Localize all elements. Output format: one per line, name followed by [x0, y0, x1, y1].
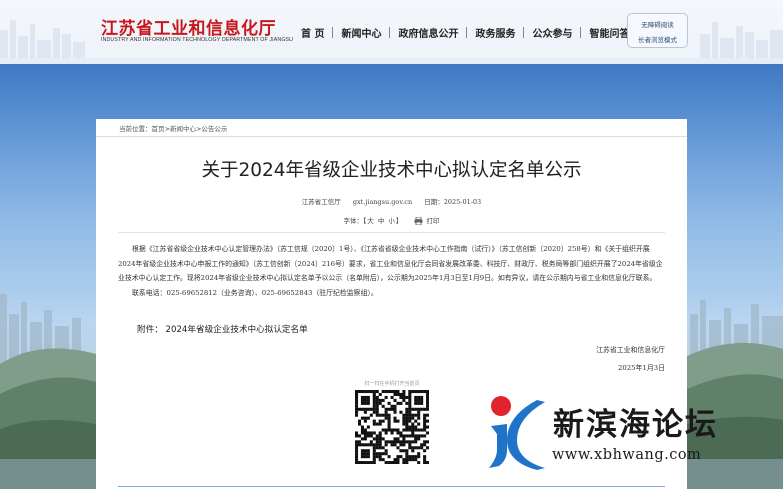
article-date: 日期：2025-01-03 — [424, 198, 481, 206]
print-button[interactable]: 打印 — [426, 217, 439, 225]
date-label: 日期： — [424, 198, 444, 206]
signature-org: 江苏省工业和信息化厅 — [596, 346, 665, 354]
breadcrumb-prefix: 当前位置： — [119, 125, 152, 133]
content-divider — [118, 232, 665, 233]
nav-news-center[interactable]: 新闻中心 — [333, 25, 389, 40]
contact-paragraph: 联系电话：025-69652812（业务咨询）、025-69652843（驻厅纪… — [132, 288, 378, 297]
nav-participation[interactable]: 公众参与 — [524, 25, 580, 40]
breadcrumb-announcements[interactable]: 公告公示 — [201, 125, 227, 133]
font-size-small[interactable]: 小 — [388, 217, 395, 225]
attachment-link[interactable]: 附件： 2024年省级企业技术中心拟认定名单 — [137, 323, 308, 335]
watermark-logo — [489, 396, 545, 470]
breadcrumb-divider — [96, 136, 687, 137]
article-title: 关于2024年省级企业技术中心拟认定名单公示 — [201, 160, 582, 181]
nav-gov-info[interactable]: 政府信息公开 — [390, 25, 466, 40]
signature-date: 2025年1月3日 — [618, 364, 665, 372]
font-bracket-open: 【 — [363, 217, 367, 225]
font-size-bar: 字体：【大 中 小】 打印 — [96, 215, 687, 225]
bottom-divider — [118, 486, 665, 487]
logo-title[interactable]: 江苏省工业和信息化厅 — [101, 14, 276, 39]
article-meta: 江苏省工信厅 gxt.jiangsu.gov.cn 日期：2025-01-03 — [96, 196, 687, 206]
watermark-text: 新滨海论坛 — [553, 407, 718, 443]
font-size-medium[interactable]: 中 — [378, 217, 385, 225]
main-nav: 首 页 新闻中心 政府信息公开 政务服务 公众参与 智能问答 — [293, 24, 637, 40]
article-paragraph: 根据《江苏省省级企业技术中心认定管理办法》（苏工信规〔2020〕1号）、《江苏省… — [118, 245, 663, 283]
site-header: 江苏省工业和信息化厅 INDUSTRY AND INFORMATION TECH… — [0, 0, 783, 64]
article-site: gxt.jiangsu.gov.cn — [352, 198, 413, 206]
nav-services[interactable]: 政务服务 — [467, 25, 523, 40]
printer-icon[interactable] — [414, 217, 423, 225]
font-size-large[interactable]: 大 — [367, 217, 374, 225]
elder-mode-button[interactable]: 长者浏览模式 — [628, 34, 687, 44]
accessibility-box: 无障碍阅读 长者浏览模式 — [627, 13, 688, 48]
qr-caption: 扫一扫在手机打开当前页 — [364, 381, 420, 387]
article-source: 江苏省工信厅 — [301, 198, 341, 206]
breadcrumb: 当前位置：首页>新闻中心>公告公示 — [119, 123, 227, 133]
breadcrumb-home[interactable]: 首页 — [152, 125, 165, 133]
font-size-label: 字体： — [343, 217, 364, 225]
logo-subtitle: INDUSTRY AND INFORMATION TECHNOLOGY DEPA… — [101, 37, 294, 43]
article-body: 根据《江苏省省级企业技术中心认定管理办法》（苏工信规〔2020〕1号）、《江苏省… — [118, 242, 665, 300]
watermark-url: www.xbhwang.com — [552, 447, 702, 463]
barrier-free-button[interactable]: 无障碍阅读 — [628, 19, 687, 29]
date-value: 2025-01-03 — [443, 198, 482, 206]
breadcrumb-news[interactable]: 新闻中心 — [170, 125, 196, 133]
nav-home[interactable]: 首 页 — [293, 25, 332, 40]
font-bracket-close: 】 — [395, 217, 403, 225]
qr-code — [355, 390, 429, 464]
